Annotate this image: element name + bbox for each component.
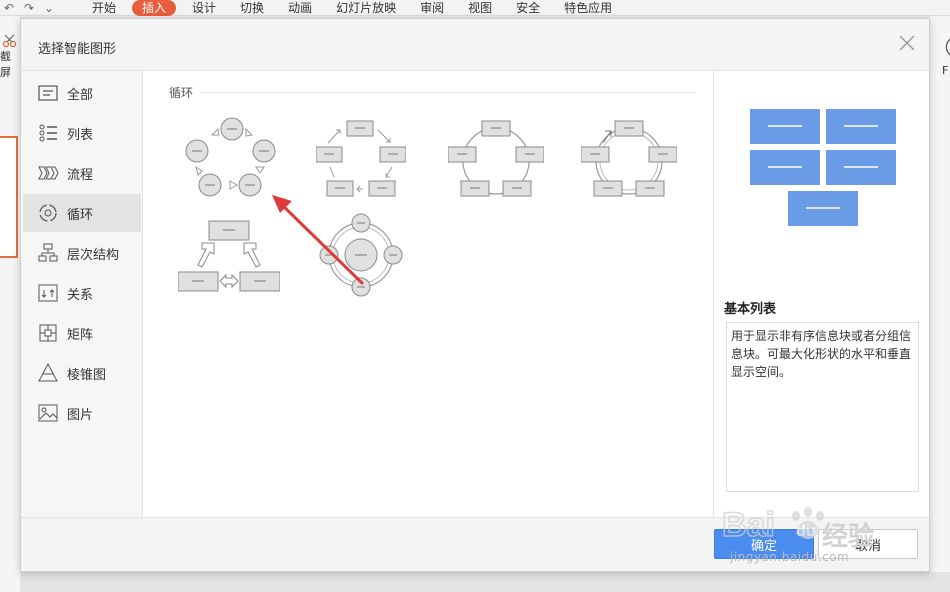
ribbon-bar: ↶ ↷ ⌄ 开始 插入 设计 切换 动画 幻灯片放映 审阅 视图 安全 特色应用 <box>0 0 950 16</box>
category-label: 全部 <box>67 87 94 103</box>
scissors-icon[interactable] <box>2 34 18 48</box>
category-label: 关系 <box>67 287 94 303</box>
list-icon <box>39 124 57 142</box>
tab-special-apps[interactable]: 特色应用 <box>552 0 624 16</box>
category-label: 图片 <box>67 407 94 423</box>
watermark-text-group: 经验 <box>822 522 875 552</box>
tab-animation[interactable]: 动画 <box>276 0 324 16</box>
category-picture[interactable]: 图片 <box>23 394 141 432</box>
category-label: 矩阵 <box>67 327 94 343</box>
quick-access-toolbar: ↶ ↷ ⌄ <box>2 0 56 16</box>
tab-design[interactable]: 设计 <box>180 0 228 16</box>
screenshot-label[interactable]: 截屏 <box>0 48 20 80</box>
category-process[interactable]: 流程 <box>23 154 141 192</box>
all-icon <box>38 85 58 101</box>
picture-icon <box>38 404 58 422</box>
preview-description: 用于显示非有序信息块或者分组信息块。可最大化形状的水平和垂直显示空间。 <box>726 322 919 492</box>
category-list[interactable]: 列表 <box>23 114 141 152</box>
annotation-arrow-icon <box>272 195 364 285</box>
tab-view[interactable]: 视图 <box>456 0 504 16</box>
tab-slideshow[interactable]: 幻灯片放映 <box>324 0 408 16</box>
cycle-icon <box>39 204 57 222</box>
tool-icon[interactable] <box>944 36 950 58</box>
category-label: 列表 <box>67 127 94 143</box>
smartart-gallery: 循环 <box>144 71 714 517</box>
matrix-icon <box>39 324 57 342</box>
category-sidebar: 全部 列表 流程 循环 层次结构 关系 矩阵 棱锥图 图片 <box>21 71 143 517</box>
app-right-panel: F <box>930 16 950 572</box>
preview-diagram <box>750 109 896 226</box>
svg-text:du: du <box>796 523 816 540</box>
hierarchy-icon <box>38 243 58 262</box>
category-cycle[interactable]: 循环 <box>23 194 141 232</box>
category-pyramid[interactable]: 棱锥图 <box>23 354 141 392</box>
app-left-panel: 截屏 <box>0 16 20 592</box>
ribbon-tabs: 开始 插入 设计 切换 动画 幻灯片放映 审阅 视图 安全 特色应用 <box>80 0 624 16</box>
tab-review[interactable]: 审阅 <box>408 0 456 16</box>
preview-panel: 基本列表 用于显示非有序信息块或者分组信息块。可最大化形状的水平和垂直显示空间。 <box>715 71 929 517</box>
svg-text:Bai: Bai <box>722 506 775 544</box>
pyramid-icon <box>38 362 58 382</box>
category-label: 层次结构 <box>67 247 120 263</box>
preview-title: 基本列表 <box>724 302 777 317</box>
category-label: 流程 <box>67 167 94 183</box>
cycle-layout-arrow-ring-cycle[interactable] <box>581 119 677 201</box>
category-matrix[interactable]: 矩阵 <box>23 314 141 352</box>
section-label: 循环 <box>169 86 194 100</box>
cycle-layout-ring-cycle[interactable] <box>448 119 544 201</box>
undo-icon[interactable]: ↶ <box>2 1 16 15</box>
process-icon <box>38 166 59 180</box>
category-label: 棱锥图 <box>67 367 107 383</box>
category-all[interactable]: 全部 <box>23 74 141 112</box>
tab-transition[interactable]: 切换 <box>228 0 276 16</box>
tab-security[interactable]: 安全 <box>504 0 552 16</box>
category-label: 循环 <box>67 207 94 223</box>
category-relationship[interactable]: 关系 <box>23 274 141 312</box>
slide-thumbnail[interactable] <box>0 136 18 258</box>
close-icon[interactable] <box>895 31 919 55</box>
dialog-header: 选择智能图形 <box>21 19 929 71</box>
tab-start[interactable]: 开始 <box>80 0 128 16</box>
relationship-icon <box>38 284 58 302</box>
tab-insert[interactable]: 插入 <box>132 0 177 16</box>
watermark-url: jingyan.baidu.com <box>730 550 850 564</box>
redo-icon[interactable]: ↷ <box>22 1 36 15</box>
dialog-title: 选择智能图形 <box>38 42 117 57</box>
right-tool-label[interactable]: F <box>942 64 948 77</box>
section-divider <box>200 92 696 93</box>
dropdown-icon[interactable]: ⌄ <box>42 1 56 15</box>
category-hierarchy[interactable]: 层次结构 <box>23 234 141 272</box>
